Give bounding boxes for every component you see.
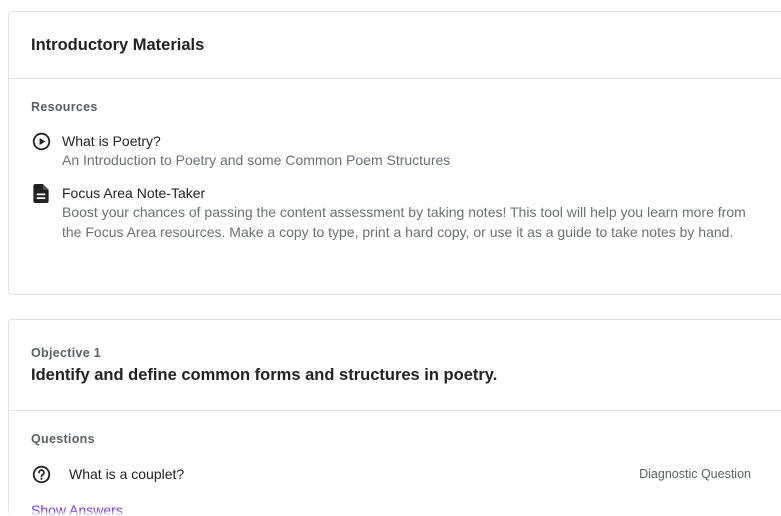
resource-description: Boost your chances of passing the conten… [62, 204, 746, 240]
question-row[interactable]: What is a couplet? Diagnostic Question [31, 462, 751, 486]
page: Introductory Materials Resources What is… [0, 0, 781, 516]
objective-title: Identify and define common forms and str… [31, 366, 498, 384]
intro-card: Introductory Materials Resources What is… [8, 11, 781, 295]
resource-description: An Introduction to Poetry and some Commo… [62, 152, 451, 168]
resource-title[interactable]: Focus Area Note-Taker [62, 184, 751, 202]
bottom-fade [0, 510, 781, 516]
objective-label: Objective 1 [31, 346, 101, 360]
resource-text: What is Poetry? An Introduction to Poetr… [62, 132, 450, 170]
objective-card: Objective 1 Identify and define common f… [8, 319, 781, 516]
resource-item-note-taker[interactable]: Focus Area Note-Taker Boost your chances… [31, 184, 751, 242]
play-circle-icon [31, 132, 51, 152]
question-type: Diagnostic Question [639, 467, 751, 481]
intro-title: Introductory Materials [31, 35, 205, 54]
resources-label: Resources [31, 100, 98, 114]
resource-title[interactable]: What is Poetry? [62, 132, 450, 150]
resource-item-what-is-poetry[interactable]: What is Poetry? An Introduction to Poetr… [31, 132, 751, 170]
question-text: What is a couplet? [69, 466, 185, 482]
objective-header: Objective 1 Identify and define common f… [9, 320, 781, 411]
resources-section: Resources What is Poetry? An Introductio… [31, 100, 757, 240]
resource-text: Focus Area Note-Taker Boost your chances… [62, 184, 751, 242]
question-circle-icon [31, 464, 51, 484]
questions-label: Questions [31, 432, 95, 446]
document-icon [31, 184, 51, 204]
intro-card-header: Introductory Materials [9, 12, 781, 79]
questions-section: Questions What is a couplet? Diagnostic … [31, 432, 761, 516]
